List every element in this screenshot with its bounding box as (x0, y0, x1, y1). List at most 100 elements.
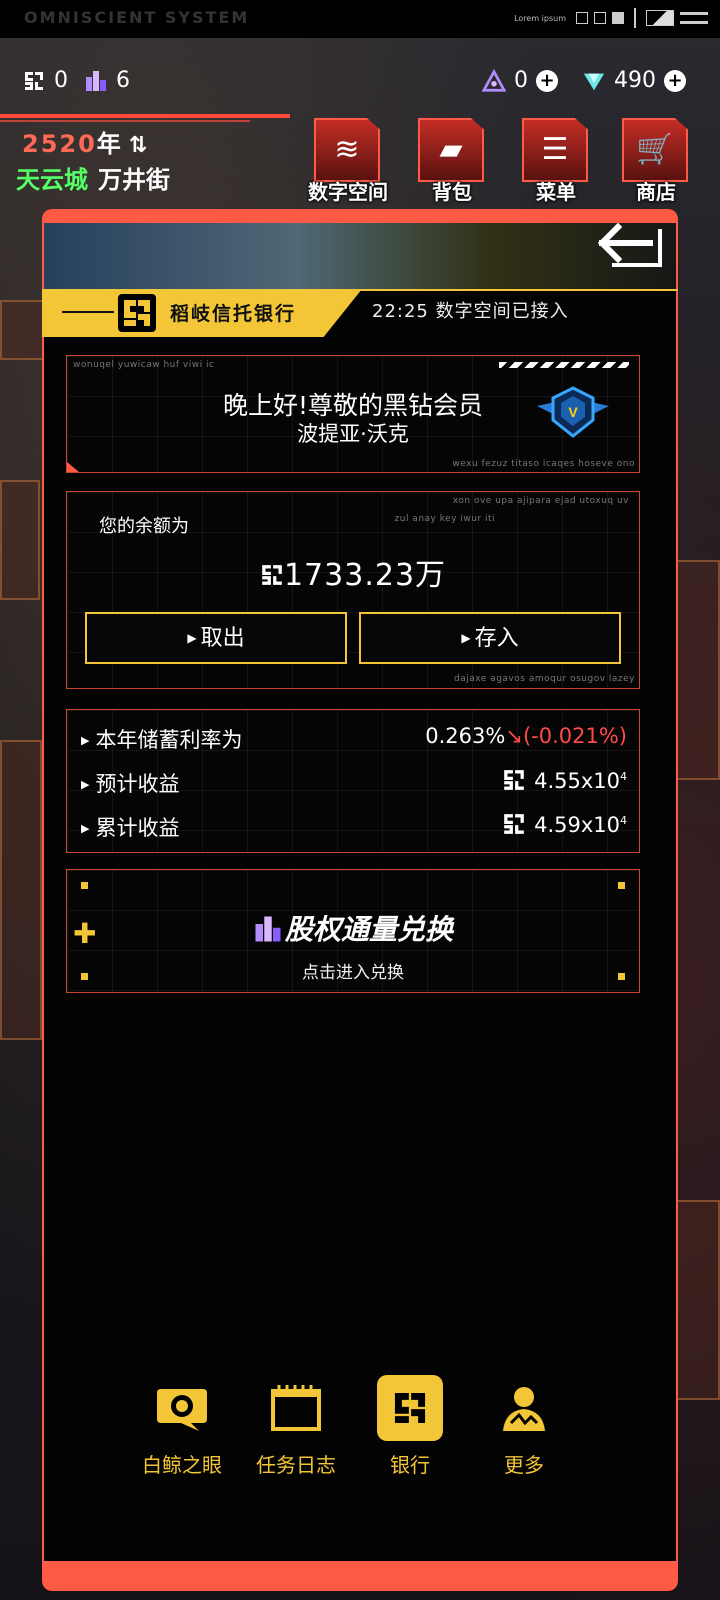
nav-label: 商店 (636, 180, 676, 204)
calendar-icon (263, 1375, 329, 1441)
cumulative-value-wrap: 4.59x104 (502, 812, 627, 837)
city-name: 天云城 (16, 166, 88, 194)
nav-digital-space[interactable]: ≋ 数字空间 (308, 118, 388, 204)
header-artwork (44, 223, 676, 289)
exchange-title-wrap: 股权通量兑换 (67, 908, 639, 948)
person-icon (491, 1375, 557, 1441)
equity-exchange-card[interactable]: ✚ 股权通量兑换 点击进入兑换 (66, 869, 640, 993)
deco-stripes (499, 362, 629, 368)
cumulative-label-wrap: ▶ 累计收益 (81, 812, 179, 842)
menu-lines-icon (680, 12, 708, 24)
chip-count: 0 (54, 68, 68, 93)
shop-icon: 🛒 (636, 132, 674, 167)
back-button[interactable] (590, 215, 670, 275)
withdraw-button[interactable]: ▶ 取出 (85, 612, 347, 664)
bottom-nav-tasks[interactable]: 任务日志 (248, 1375, 344, 1478)
accent-line (0, 120, 250, 122)
interest-card: ▶ 本年储蓄利率为 0.263%↘(-0.021%) ▶ 预计收益 4.55x104… (66, 709, 640, 853)
expected-row: ▶ 预计收益 4.55x104 (81, 768, 627, 798)
bottom-nav-label: 白鲸之眼 (142, 1453, 222, 1477)
amount-value: 1733.23万 (283, 558, 447, 593)
nav-label: 数字空间 (308, 180, 388, 204)
cumulative-value: 4.59x10 (534, 813, 620, 837)
bank-icon (377, 1375, 443, 1441)
balance-card: xon ove upa ajipara ejad utoxuq uv zul a… (66, 491, 640, 689)
panel-border (42, 223, 44, 1561)
bottom-nav-label: 更多 (504, 1453, 544, 1477)
nav-shop[interactable]: 🛒 商店 (618, 118, 694, 204)
nav-backpack[interactable]: ▰ 背包 (414, 118, 490, 204)
signal-icon (646, 10, 674, 26)
rate-value: 0.263% (425, 724, 506, 748)
square-icon (612, 12, 624, 24)
chip-icon (262, 565, 282, 585)
deco-text: xon ove upa ajipara ejad utoxuq uv (452, 496, 629, 506)
panel-top-bar (42, 209, 678, 223)
rate-change: (-0.021%) (522, 724, 627, 748)
swap-icon[interactable]: ⇅ (129, 133, 149, 158)
vip-badge-icon: V (535, 384, 611, 444)
expected-label-wrap: ▶ 预计收益 (81, 768, 179, 798)
deposit-button[interactable]: ▶ 存入 (359, 612, 621, 664)
chip-currency[interactable]: 0 (22, 68, 68, 93)
deco-text: zul anay key iwur iti (394, 514, 495, 524)
status-bar: OMNISCIENT SYSTEM Lorem ipsum (0, 0, 720, 38)
add-gem-button[interactable]: + (664, 69, 686, 92)
neon-sign (0, 480, 40, 600)
digital-space-icon: ≋ (334, 132, 360, 167)
triangle-currency[interactable]: 0 + (482, 68, 558, 93)
bank-header: 稻岐信托银行 22:25 数字空间已接入 (42, 289, 678, 337)
bottom-nav-more[interactable]: 更多 (476, 1375, 572, 1478)
balance-amount: 1733.23万 (67, 550, 639, 594)
play-icon: ▶ (81, 778, 90, 791)
bottom-nav-bank[interactable]: 银行 (362, 1375, 458, 1478)
year-unit: 年 (96, 130, 123, 158)
system-brand: OMNISCIENT SYSTEM (24, 8, 250, 27)
expected-value-wrap: 4.55x104 (502, 768, 627, 793)
panel-border (676, 223, 678, 1561)
eye-icon (149, 1375, 215, 1441)
stock-currency[interactable]: 6 (84, 68, 130, 93)
gem-currency[interactable]: 490 + (582, 68, 686, 93)
connection-status: 22:25 数字空间已接入 (372, 297, 569, 323)
nav-menu[interactable]: ☰ 菜单 (518, 118, 594, 204)
tag-line (62, 311, 114, 313)
bottom-nav-eye[interactable]: 白鲸之眼 (134, 1375, 230, 1478)
expected-exp: 4 (620, 770, 627, 783)
corner-dot (618, 882, 625, 889)
menu-icon: ☰ (541, 132, 569, 167)
badge-letter: V (568, 404, 578, 420)
year-number: 2520 (22, 130, 97, 158)
location: 天云城 万井街 (16, 160, 170, 195)
time: 22:25 (372, 301, 429, 322)
chip-icon (504, 814, 524, 834)
neon-sign (676, 560, 720, 780)
window-icon (576, 12, 588, 24)
status-text: 数字空间已接入 (435, 301, 569, 322)
cumulative-label: 累计收益 (95, 816, 180, 840)
cumulative-row: ▶ 累计收益 4.59x104 (81, 812, 627, 842)
panel-bottom-bar (42, 1561, 678, 1591)
gem-icon (582, 69, 606, 93)
deco-text: wexu fezuz titaso icaqes hoseve ono (452, 459, 635, 469)
trend-down-icon: ↘ (505, 724, 523, 748)
neon-sign (676, 1200, 720, 1400)
corner-dot (81, 882, 88, 889)
street-name: 万井街 (98, 166, 170, 194)
status-label: Lorem ipsum (514, 13, 566, 23)
bottom-nav-label: 任务日志 (256, 1453, 336, 1477)
system-icons: Lorem ipsum (514, 8, 708, 28)
triangle-count: 0 (514, 68, 528, 93)
exchange-subtitle: 点击进入兑换 (302, 963, 404, 983)
withdraw-label: 取出 (200, 626, 245, 651)
add-triangle-button[interactable]: + (536, 69, 558, 92)
exchange-title: 股权通量兑换 (284, 913, 453, 946)
stock-icon (84, 69, 108, 93)
stock-icon (255, 916, 281, 942)
rate-row: ▶ 本年储蓄利率为 0.263%↘(-0.021%) (81, 724, 627, 754)
close-box-icon (594, 12, 606, 24)
deco-text: dajaxe agavos amoqur osugov lazey (454, 674, 635, 684)
neon-sign (0, 300, 44, 360)
bank-logo-icon (118, 294, 156, 332)
expected-value: 4.55x10 (534, 769, 620, 793)
